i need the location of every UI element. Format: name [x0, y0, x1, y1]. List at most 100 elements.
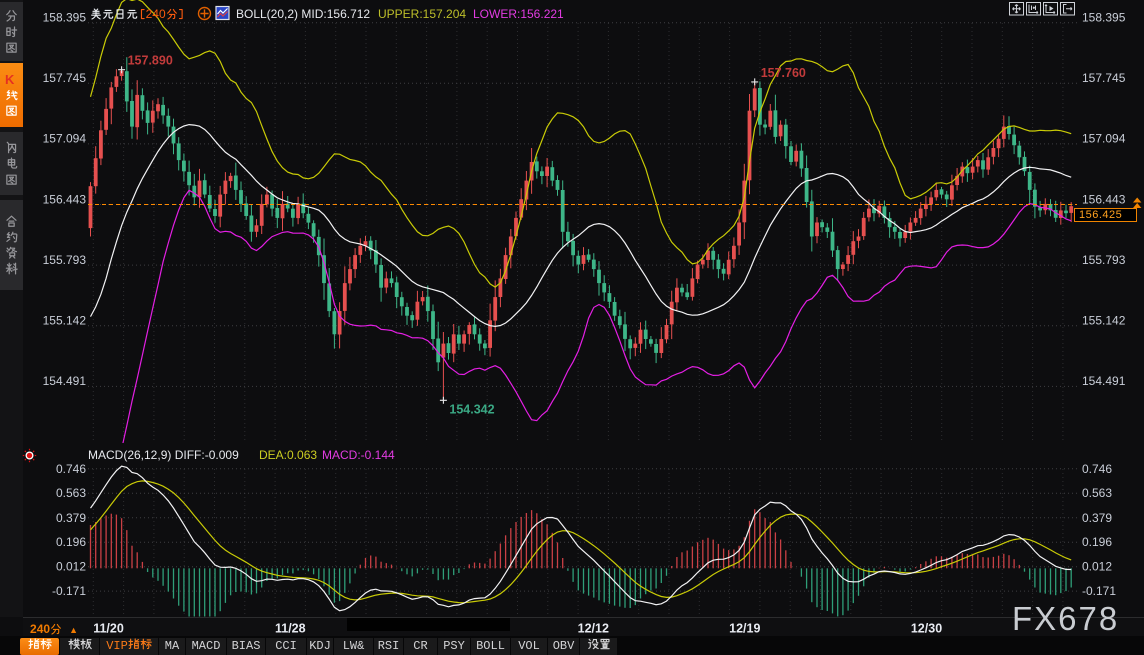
toolbar-item-boll[interactable]: BOLL — [471, 638, 510, 655]
toolbar-item-macd[interactable]: MACD — [186, 638, 226, 655]
macd-axis-label-left: 0.379 — [56, 511, 86, 525]
pan-icon[interactable] — [1010, 3, 1024, 16]
price-axis-label-left: 158.395 — [43, 11, 87, 25]
toolbar-item-lw[interactable]: LW& — [334, 638, 373, 655]
candle-body — [846, 255, 850, 264]
candle-body — [151, 111, 155, 123]
cjk-glyph — [587, 638, 599, 650]
indicator-legend-icon[interactable] — [215, 5, 230, 26]
macd-axis-label-left: 0.012 — [56, 560, 86, 574]
candle-body — [89, 186, 93, 228]
candle-body — [753, 88, 757, 110]
sidebar-tab-contract-info[interactable] — [0, 200, 23, 290]
toolbar-item-settings[interactable] — [580, 638, 617, 655]
candle-body — [275, 208, 279, 218]
macd-settings-icon[interactable] — [22, 448, 37, 468]
candle-body — [213, 209, 217, 216]
candle-body — [851, 241, 855, 255]
toolbar-item-vol[interactable]: VOL — [511, 638, 547, 655]
macd-indicator-name: MACD(26,12,9) — [88, 448, 171, 462]
candle-body — [239, 190, 243, 204]
candle-body — [981, 160, 985, 169]
candle-body — [390, 278, 394, 283]
candle-body — [198, 181, 202, 198]
candle-body — [940, 189, 944, 194]
macd-axis-label-right: 0.563 — [1082, 486, 1112, 500]
cjk-glyph — [114, 8, 126, 20]
candle-body — [997, 139, 1001, 149]
zoom-x-icon[interactable] — [1027, 3, 1041, 16]
toolbar-item-ma[interactable]: MA — [159, 638, 185, 655]
sidebar-tab-label — [5, 213, 18, 278]
toolbar-item-cci[interactable]: CCI — [266, 638, 306, 655]
price-axis-label-left: 156.443 — [43, 192, 87, 206]
sidebar-tab-time-chart[interactable] — [0, 2, 23, 61]
zoom-y-icon[interactable] — [1044, 3, 1058, 16]
candle-body — [934, 190, 938, 197]
candle-body — [820, 222, 824, 227]
candle-body — [628, 339, 632, 348]
price-axis-label-right: 156.443 — [1082, 192, 1126, 206]
toolbar-item-template[interactable] — [60, 638, 99, 655]
date-axis-label: 11/28 — [275, 622, 306, 636]
date-axis-label: 11/20 — [93, 622, 124, 636]
cjk-glyph — [5, 173, 18, 186]
candlestick-chart-canvas[interactable]: 158.395 158.395 157.745 157.745 157.094 … — [0, 0, 1144, 655]
candle-body — [166, 116, 170, 127]
candle-body — [576, 256, 580, 265]
candle-body — [250, 216, 254, 232]
candle-body — [395, 282, 399, 297]
toolbar-item-label — [68, 639, 92, 653]
candle-body — [545, 167, 549, 176]
candle-body — [654, 344, 658, 353]
candle-body — [831, 232, 835, 251]
sidebar-tab-flash-chart[interactable] — [0, 132, 23, 195]
toolbar-item-label: OBV — [553, 639, 575, 653]
macd-diff-value: DIFF:-0.009 — [175, 448, 239, 462]
candle-body — [467, 325, 471, 334]
cjk-glyph — [5, 141, 18, 154]
toolbar-item-psy[interactable]: PSY — [438, 638, 470, 655]
candle-body — [774, 110, 778, 137]
cjk-glyph — [102, 8, 114, 20]
cjk-glyph — [50, 623, 62, 635]
price-axis-label-right: 155.793 — [1082, 253, 1126, 267]
toolbar-item-bias[interactable]: BIAS — [227, 638, 265, 655]
extreme-price-marker: 154.342 — [440, 397, 495, 417]
reset-view-icon[interactable] — [1061, 3, 1075, 16]
toolbar-item-label: PSY — [443, 639, 465, 653]
candle-body — [353, 255, 357, 269]
candle-body — [909, 223, 913, 232]
macd-readout-macd: MACD:-0.144 — [322, 448, 395, 462]
svg-text:157.760: 157.760 — [761, 66, 806, 80]
candle-body — [224, 181, 228, 194]
toolbar-item-indicator[interactable] — [20, 638, 59, 655]
period-selector[interactable]: 240▲ — [30, 622, 78, 636]
sidebar-tab-kline-chart[interactable]: K — [0, 63, 23, 127]
candle-body — [592, 260, 596, 270]
candle-body — [841, 265, 845, 270]
candle-body — [457, 335, 461, 344]
indicator-toolbar: VIP MA MACD BIAS CCI KDJ LW& RSI CR PSY … — [0, 636, 1144, 655]
chart-tool-buttons — [1009, 2, 1077, 21]
toolbar-item-cr[interactable]: CR — [404, 638, 437, 655]
candle-body — [109, 87, 113, 108]
price-axis-label-right: 157.745 — [1082, 71, 1126, 85]
add-indicator-icon[interactable] — [197, 6, 212, 26]
boll-readout-mid: BOLL(20,2) MID:156.712 — [236, 6, 370, 22]
candle-body — [722, 269, 726, 274]
sidebar-tab-label — [5, 139, 18, 188]
cjk-glyph — [5, 231, 18, 244]
chart-scrollbar-thumb[interactable] — [347, 618, 510, 631]
toolbar-item-rsi[interactable]: RSI — [374, 638, 403, 655]
toolbar-item-label — [587, 639, 611, 653]
toolbar-item-vip-indicator[interactable]: VIP — [100, 638, 158, 655]
macd-axis-label-right: 0.012 — [1082, 560, 1112, 574]
toolbar-item-kdj[interactable]: KDJ — [307, 638, 333, 655]
toolbar-item-obv[interactable]: OBV — [548, 638, 579, 655]
toolbar-item-label: CCI — [275, 639, 297, 653]
candle-body — [680, 288, 684, 293]
price-axis-label-right: 154.491 — [1082, 374, 1126, 388]
candle-body — [130, 101, 134, 127]
toolbar-item-label: BIAS — [232, 639, 261, 653]
